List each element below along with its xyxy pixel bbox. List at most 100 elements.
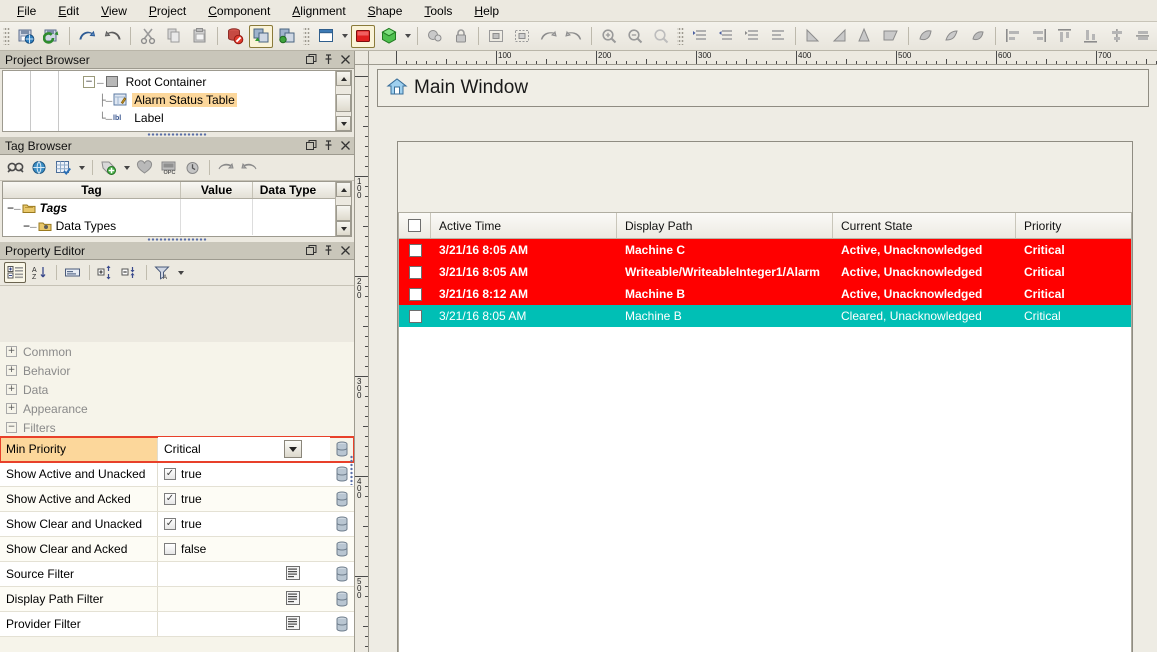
align-left-icon[interactable] xyxy=(1001,25,1025,48)
indent-icon[interactable] xyxy=(688,25,712,48)
scroll-thumb[interactable] xyxy=(336,205,351,221)
restore-icon[interactable] xyxy=(303,52,320,68)
scroll-up-icon[interactable] xyxy=(336,71,351,86)
fit-selection-icon[interactable] xyxy=(510,25,534,48)
restore-icon[interactable] xyxy=(303,138,320,154)
binding-icon[interactable] xyxy=(330,562,354,586)
property-category-filters[interactable]: − Filters xyxy=(0,418,354,437)
sort-az-icon[interactable]: AZ xyxy=(28,262,50,283)
align-right-icon[interactable] xyxy=(1027,25,1051,48)
flip-h-icon[interactable] xyxy=(853,25,877,48)
tag-browse-dropdown-icon[interactable] xyxy=(76,157,88,178)
align-top-icon[interactable] xyxy=(1053,25,1077,48)
toolbar-grip[interactable] xyxy=(303,27,310,45)
property-value[interactable]: ✓ true xyxy=(158,487,330,511)
column-header-data-type[interactable]: Data Type xyxy=(253,182,323,198)
row-checkbox[interactable] xyxy=(409,310,422,323)
expander-icon[interactable]: − xyxy=(23,219,30,233)
select-all-checkbox[interactable] xyxy=(408,219,421,232)
scroll-down-icon[interactable] xyxy=(336,116,351,131)
property-row-provider-filter[interactable]: Provider Filter xyxy=(0,612,354,637)
shape-subtract-icon[interactable] xyxy=(940,25,964,48)
table-row[interactable]: − – Data Types xyxy=(3,217,351,235)
column-header-active-time[interactable]: Active Time xyxy=(431,213,617,238)
property-value[interactable]: ✓ true xyxy=(158,512,330,536)
window-globe-icon[interactable] xyxy=(275,25,299,48)
zoom-out-icon[interactable] xyxy=(623,25,647,48)
flip-v-icon[interactable] xyxy=(879,25,903,48)
property-row-show-active-and-unacked[interactable]: Show Active and Unacked ✓ true xyxy=(0,462,354,487)
column-header-current-state[interactable]: Current State xyxy=(833,213,1016,238)
dock-splitter[interactable] xyxy=(348,440,354,500)
zoom-reset-icon[interactable] xyxy=(562,25,586,48)
menu-item-shape[interactable]: Shape xyxy=(357,2,414,20)
paste-icon[interactable] xyxy=(188,25,212,48)
checkbox-icon[interactable]: ✓ xyxy=(164,468,176,480)
description-icon[interactable] xyxy=(61,262,83,283)
tag-grid-icon[interactable] xyxy=(52,157,74,178)
property-value[interactable]: Critical xyxy=(158,437,330,461)
binding-icon[interactable] xyxy=(330,612,354,636)
close-icon[interactable] xyxy=(337,243,354,259)
tag-browser-scrollbar[interactable] xyxy=(335,182,351,236)
column-header-tag[interactable]: Tag xyxy=(3,182,181,198)
menu-item-project[interactable]: Project xyxy=(138,2,197,20)
close-icon[interactable] xyxy=(337,52,354,68)
menu-item-component[interactable]: Component xyxy=(197,2,281,20)
cut-icon[interactable] xyxy=(136,25,160,48)
column-header-value[interactable]: Value xyxy=(181,182,253,198)
project-browser-tree[interactable]: − – Root Container ├– Alarm Status Table… xyxy=(2,70,352,132)
align-middle-icon[interactable] xyxy=(1131,25,1155,48)
table-row[interactable]: − – Tags xyxy=(3,199,351,217)
row-checkbox[interactable] xyxy=(409,244,422,257)
window-canvas[interactable]: Active Time Display Path Current State P… xyxy=(397,141,1133,652)
preview-icon[interactable] xyxy=(423,25,447,48)
pin-icon[interactable] xyxy=(320,138,337,154)
binding-icon[interactable] xyxy=(330,537,354,561)
export-icon[interactable] xyxy=(238,157,260,178)
refresh-icon[interactable] xyxy=(40,25,64,48)
property-options-dropdown-icon[interactable] xyxy=(175,262,187,283)
database-disabled-icon[interactable] xyxy=(223,25,247,48)
edit-text-icon[interactable] xyxy=(286,616,302,632)
column-header-priority[interactable]: Priority xyxy=(1016,213,1131,238)
table-row[interactable]: 3/21/16 8:12 AM Machine B Active, Unackn… xyxy=(399,283,1131,305)
pin-icon[interactable] xyxy=(320,52,337,68)
designer-canvas[interactable]: Main Window Active Time Display Path Cur… xyxy=(369,65,1157,652)
menu-item-edit[interactable]: Edit xyxy=(47,2,90,20)
align-bottom-icon[interactable] xyxy=(1079,25,1103,48)
undo-icon[interactable] xyxy=(75,25,99,48)
property-category-data[interactable]: + Data xyxy=(0,380,354,399)
binding-icon[interactable] xyxy=(330,512,354,536)
column-header-display-path[interactable]: Display Path xyxy=(617,213,833,238)
component-dropdown-icon[interactable] xyxy=(402,25,413,48)
redo-icon[interactable] xyxy=(101,25,125,48)
scroll-up-icon[interactable] xyxy=(336,182,351,197)
row-checkbox-cell[interactable] xyxy=(399,261,431,283)
zoom-region-icon[interactable] xyxy=(536,25,560,48)
property-row-source-filter[interactable]: Source Filter xyxy=(0,562,354,587)
scroll-thumb[interactable] xyxy=(336,94,351,112)
save-icon[interactable] xyxy=(14,25,38,48)
property-value[interactable]: false xyxy=(158,537,330,561)
row-checkbox-cell[interactable] xyxy=(399,239,431,261)
shape-intersect-icon[interactable] xyxy=(966,25,990,48)
expander-icon[interactable]: + xyxy=(6,384,17,395)
expander-icon[interactable]: + xyxy=(6,403,17,414)
property-category-appearance[interactable]: + Appearance xyxy=(0,399,354,418)
tag-browse-icon[interactable] xyxy=(28,157,50,178)
select-all-checkbox-cell[interactable] xyxy=(399,213,431,238)
menu-item-tools[interactable]: Tools xyxy=(413,2,463,20)
property-category-behavior[interactable]: + Behavior xyxy=(0,361,354,380)
import-icon[interactable] xyxy=(214,157,236,178)
expand-all-icon[interactable] xyxy=(94,262,116,283)
align-center-icon[interactable] xyxy=(1105,25,1129,48)
order-icon[interactable] xyxy=(766,25,790,48)
binding-icon[interactable] xyxy=(330,587,354,611)
expander-icon[interactable]: + xyxy=(6,346,17,357)
table-row[interactable]: 3/21/16 8:05 AM Machine B Cleared, Unack… xyxy=(399,305,1131,327)
expander-icon[interactable]: − xyxy=(83,76,95,88)
table-row[interactable]: 3/21/16 8:05 AM Writeable/WriteableInteg… xyxy=(399,261,1131,283)
property-row-min-priority[interactable]: Min Priority Critical xyxy=(0,437,354,462)
restore-icon[interactable] xyxy=(303,243,320,259)
